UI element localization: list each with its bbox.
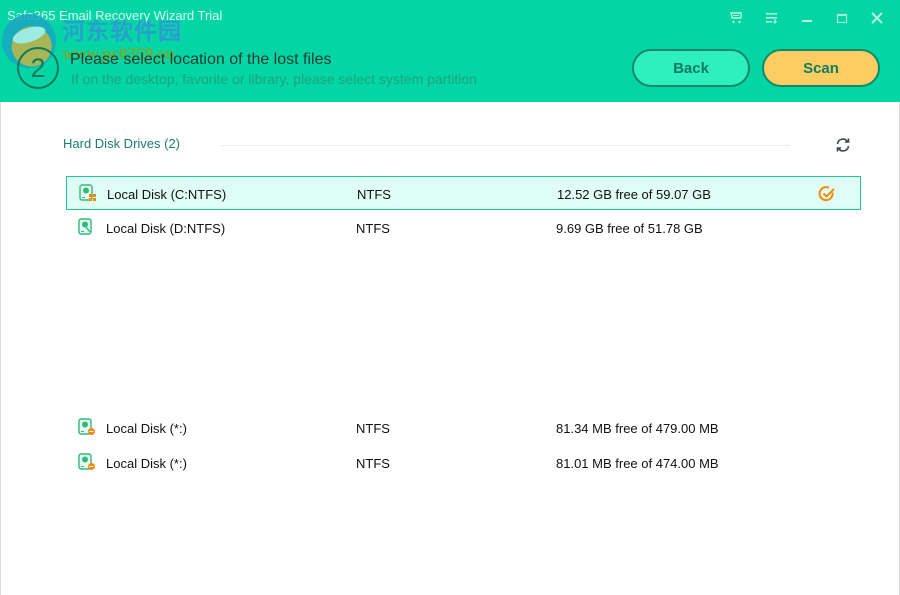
refresh-icon[interactable]	[833, 135, 853, 155]
header: Safe365 Email Recovery Wizard Trial 河东软件…	[0, 0, 900, 102]
drive-filesystem: NTFS	[356, 421, 390, 436]
drive-filesystem: NTFS	[357, 187, 391, 202]
drive-free-space: 81.34 MB free of 479.00 MB	[556, 421, 719, 436]
window-border-left	[0, 102, 1, 595]
drive-name: Local Disk (D:NTFS)	[106, 221, 226, 236]
drive-row-d[interactable]: Local Disk (D:NTFS) NTFS 9.69 GB free of…	[66, 211, 861, 245]
selected-check-icon	[818, 185, 836, 203]
step-number: 2	[17, 47, 59, 89]
close-icon[interactable]	[859, 6, 894, 30]
minimize-icon[interactable]	[789, 6, 824, 30]
menu-icon[interactable]	[754, 6, 789, 30]
step-title: Please select location of the lost files	[70, 51, 332, 68]
app-title: Safe365 Email Recovery Wizard Trial	[7, 8, 223, 23]
maximize-icon[interactable]	[824, 6, 859, 30]
drive-free-space: 12.52 GB free of 59.07 GB	[557, 187, 711, 202]
drive-row-hidden-1[interactable]: Local Disk (*:) NTFS 81.34 MB free of 47…	[66, 411, 861, 445]
window-controls	[719, 6, 894, 30]
drive-name: Local Disk (*:)	[106, 456, 187, 471]
step-subtitle: If on the desktop, favorite or library, …	[71, 71, 477, 87]
drive-free-space: 9.69 GB free of 51.78 GB	[556, 221, 703, 236]
hidden-drive-icon	[78, 453, 96, 471]
drive-row-c[interactable]: Local Disk (C:NTFS) NTFS 12.52 GB free o…	[66, 176, 861, 210]
system-drive-icon	[79, 184, 97, 202]
hidden-drive-icon	[78, 418, 96, 436]
section-divider	[220, 145, 790, 146]
cart-icon[interactable]	[719, 6, 754, 30]
drive-row-hidden-2[interactable]: Local Disk (*:) NTFS 81.01 MB free of 47…	[66, 446, 861, 480]
drive-name: Local Disk (C:NTFS)	[107, 187, 227, 202]
drive-name: Local Disk (*:)	[106, 421, 187, 436]
drive-filesystem: NTFS	[356, 456, 390, 471]
drive-filesystem: NTFS	[356, 221, 390, 236]
back-button[interactable]: Back	[632, 49, 750, 87]
section-label-hard-disk-drives: Hard Disk Drives (2)	[63, 136, 181, 151]
drive-icon	[78, 218, 96, 236]
scan-button[interactable]: Scan	[762, 49, 880, 87]
drive-free-space: 81.01 MB free of 474.00 MB	[556, 456, 719, 471]
